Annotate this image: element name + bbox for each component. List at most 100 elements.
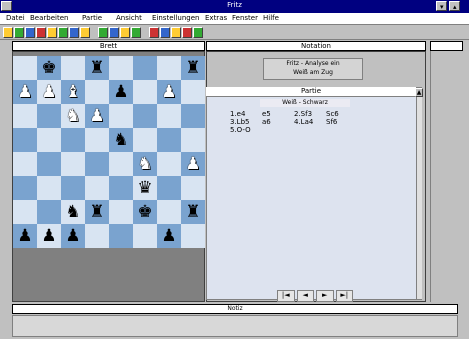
next-move-button[interactable]: ► — [316, 290, 334, 302]
black-rook-icon[interactable]: ♜ — [89, 203, 104, 221]
move-cell[interactable]: e5 — [262, 110, 294, 118]
square-c4[interactable] — [61, 152, 85, 176]
square-d2[interactable]: ♜ — [85, 200, 109, 224]
minimize-button[interactable]: ▾ — [436, 1, 447, 11]
square-a4[interactable] — [13, 152, 37, 176]
move-cell[interactable]: Sc6 — [326, 110, 358, 118]
square-b8[interactable]: ♚ — [37, 56, 61, 80]
square-h1[interactable] — [181, 224, 205, 248]
menu-item-ansicht[interactable]: Ansicht — [116, 14, 142, 22]
black-queen-icon[interactable]: ♛ — [137, 179, 152, 197]
cut-button[interactable] — [47, 27, 57, 38]
move-cell[interactable] — [326, 126, 358, 134]
move-cell[interactable]: Sf6 — [326, 118, 358, 126]
square-d4[interactable] — [85, 152, 109, 176]
square-c5[interactable] — [61, 128, 85, 152]
square-g8[interactable] — [157, 56, 181, 80]
square-e6[interactable] — [109, 104, 133, 128]
menu-item-hilfe[interactable]: Hilfe — [263, 14, 279, 22]
square-e2[interactable] — [109, 200, 133, 224]
black-king-icon[interactable]: ♚ — [137, 203, 152, 221]
moves-list[interactable]: 1.e4 e5 2.Sf3 Sc6 3.Lb5 a6 4.La4 Sf6 5.O-O — [230, 110, 390, 134]
white-pawn-icon[interactable]: ♟ — [41, 83, 56, 101]
paste-button[interactable] — [69, 27, 79, 38]
menu-item-fenster[interactable]: Fenster — [232, 14, 258, 22]
square-a7[interactable]: ♟ — [13, 80, 37, 104]
save-button[interactable] — [25, 27, 35, 38]
square-c1[interactable]: ♟ — [61, 224, 85, 248]
previous-move-button[interactable]: ◄ — [296, 290, 314, 302]
menu-item-extras[interactable]: Extras — [205, 14, 227, 22]
square-g1[interactable]: ♟ — [157, 224, 181, 248]
move-cell[interactable]: 5.O-O — [230, 126, 262, 134]
square-e5[interactable]: ♞ — [109, 128, 133, 152]
menu-item-partie[interactable]: Partie — [82, 14, 102, 22]
square-d7[interactable] — [85, 80, 109, 104]
move-cell[interactable] — [294, 126, 326, 134]
scroll-up-arrow[interactable]: ▲ — [415, 88, 423, 97]
square-c3[interactable] — [61, 176, 85, 200]
square-e4[interactable] — [109, 152, 133, 176]
open-button[interactable] — [14, 27, 24, 38]
square-c8[interactable] — [61, 56, 85, 80]
square-c7[interactable]: ♝ — [61, 80, 85, 104]
square-e3[interactable] — [109, 176, 133, 200]
help-button[interactable] — [193, 27, 203, 38]
white-pawn-icon[interactable]: ♟ — [161, 83, 176, 101]
black-pawn-icon[interactable]: ♟ — [17, 227, 32, 245]
square-g7[interactable]: ♟ — [157, 80, 181, 104]
menu-item-datei[interactable]: Datei — [6, 14, 25, 22]
square-b7[interactable]: ♟ — [37, 80, 61, 104]
square-f2[interactable]: ♚ — [133, 200, 157, 224]
black-knight-icon[interactable]: ♞ — [113, 131, 128, 149]
move-cell[interactable]: a6 — [262, 118, 294, 126]
black-pawn-icon[interactable]: ♟ — [41, 227, 56, 245]
square-f7[interactable] — [133, 80, 157, 104]
move-cell[interactable] — [262, 126, 294, 134]
black-pawn-icon[interactable]: ♟ — [65, 227, 80, 245]
last-move-button[interactable]: ►| — [335, 290, 353, 302]
book-button[interactable] — [171, 27, 181, 38]
hint-button[interactable] — [149, 27, 159, 38]
square-d5[interactable] — [85, 128, 109, 152]
white-bishop-icon[interactable]: ♝ — [65, 83, 80, 101]
white-knight-icon[interactable]: ♞ — [65, 107, 80, 125]
forward-button[interactable] — [109, 27, 119, 38]
square-h2[interactable]: ♜ — [181, 200, 205, 224]
square-d3[interactable] — [85, 176, 109, 200]
square-a6[interactable] — [13, 104, 37, 128]
clock-button[interactable] — [182, 27, 192, 38]
square-d6[interactable]: ♟ — [85, 104, 109, 128]
menu-item-bearbeiten[interactable]: Bearbeiten — [30, 14, 68, 22]
square-g6[interactable] — [157, 104, 181, 128]
square-b5[interactable] — [37, 128, 61, 152]
engine-button[interactable] — [120, 27, 130, 38]
white-knight-icon[interactable]: ♞ — [137, 155, 152, 173]
copy-button[interactable] — [58, 27, 68, 38]
settings-button[interactable] — [160, 27, 170, 38]
move-cell[interactable]: 2.Sf3 — [294, 110, 326, 118]
square-h6[interactable] — [181, 104, 205, 128]
square-d1[interactable] — [85, 224, 109, 248]
square-b4[interactable] — [37, 152, 61, 176]
square-b3[interactable] — [37, 176, 61, 200]
white-pawn-icon[interactable]: ♟ — [185, 155, 200, 173]
square-a3[interactable] — [13, 176, 37, 200]
square-g2[interactable] — [157, 200, 181, 224]
move-cell[interactable]: 1.e4 — [230, 110, 262, 118]
square-c2[interactable]: ♞ — [61, 200, 85, 224]
system-menu-button[interactable] — [1, 1, 12, 11]
square-a8[interactable] — [13, 56, 37, 80]
black-pawn-icon[interactable]: ♟ — [161, 227, 176, 245]
square-h3[interactable] — [181, 176, 205, 200]
print-button[interactable] — [36, 27, 46, 38]
black-rook-icon[interactable]: ♜ — [185, 203, 200, 221]
square-g5[interactable] — [157, 128, 181, 152]
chess-board[interactable]: ♚ ♜ ♜ ♟ ♟ ♝ ♟ ♟ ♞ ♟ ♞ ♞ ♟ ♛ ♞ ♜ ♚ ♜ ♟ ♟ ♟ ♟ — [13, 56, 205, 248]
square-e8[interactable] — [109, 56, 133, 80]
square-f3[interactable]: ♛ — [133, 176, 157, 200]
black-rook-icon[interactable]: ♜ — [185, 59, 200, 77]
square-e7[interactable]: ♟ — [109, 80, 133, 104]
black-rook-icon[interactable]: ♜ — [89, 59, 104, 77]
square-c6[interactable]: ♞ — [61, 104, 85, 128]
